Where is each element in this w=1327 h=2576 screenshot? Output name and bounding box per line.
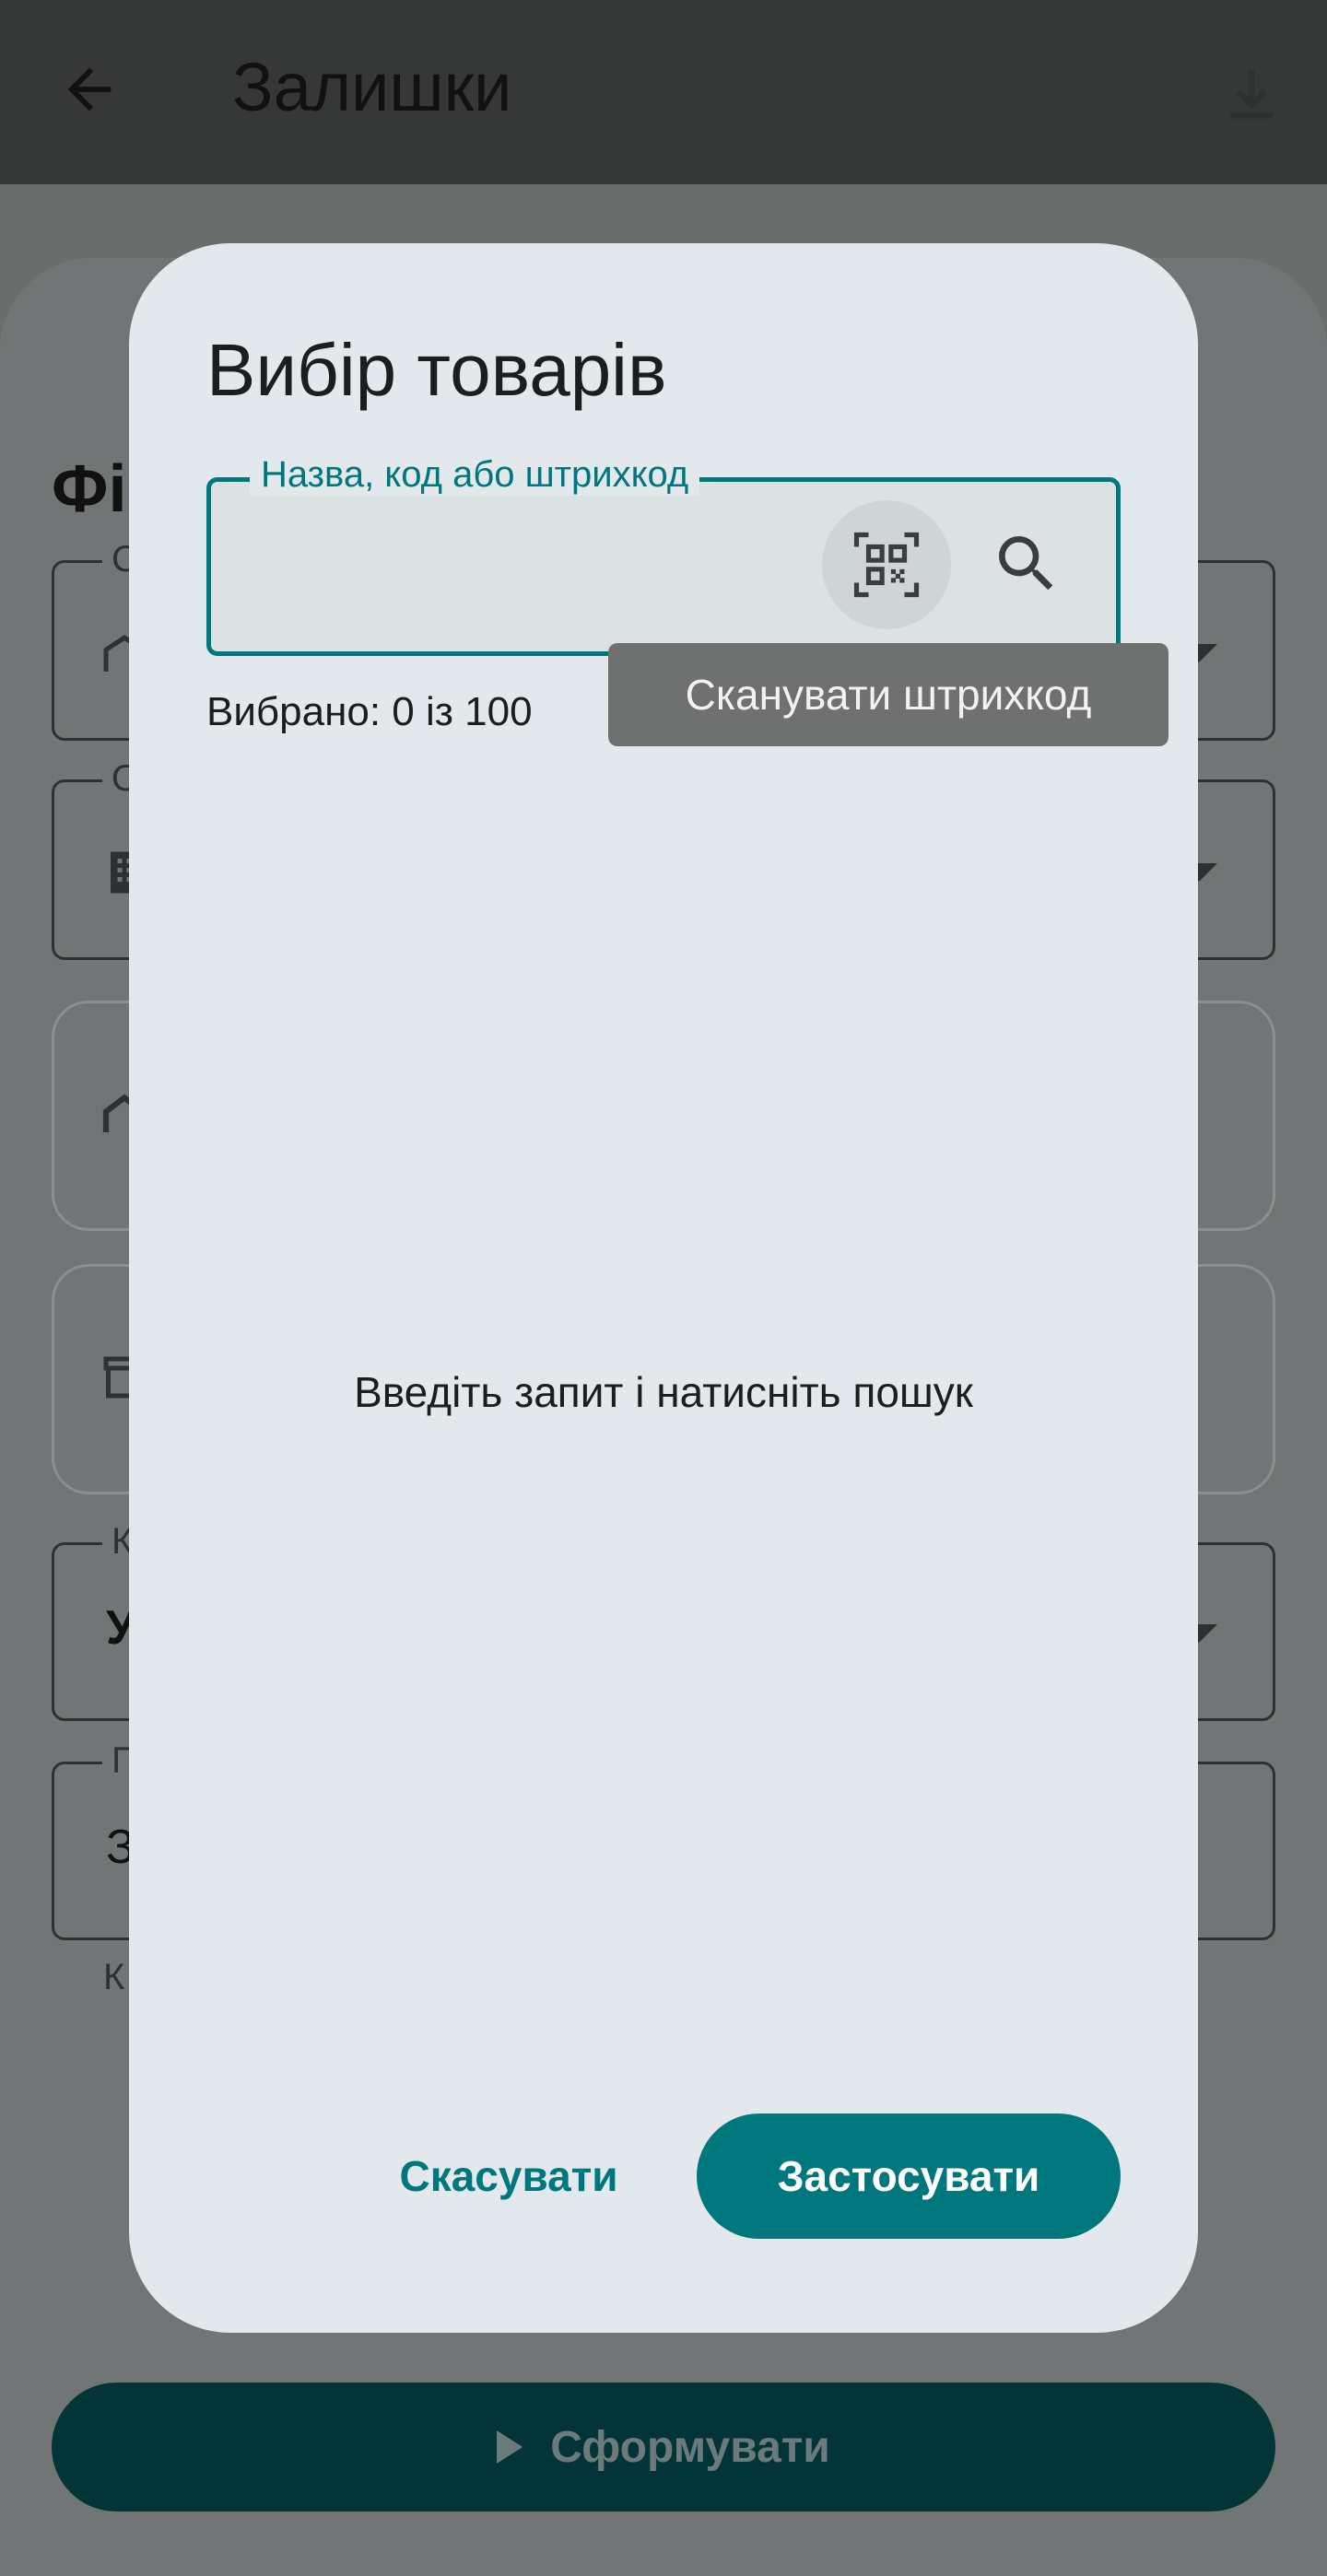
- helper-text: К: [103, 1957, 125, 1997]
- search-button[interactable]: [976, 513, 1077, 615]
- page-title: Залишки: [232, 49, 512, 125]
- arrow-left-icon[interactable]: [57, 57, 122, 122]
- selected-count: Вибрано: 0 із 100: [206, 689, 533, 734]
- dialog-title: Вибір товарів: [206, 329, 667, 411]
- download-icon[interactable]: [1215, 57, 1288, 131]
- play-icon: [497, 2430, 523, 2464]
- generate-label: Сформувати: [550, 2422, 830, 2472]
- qr-scan-icon: [853, 532, 920, 598]
- apply-button[interactable]: Застосувати: [697, 2113, 1121, 2239]
- search-icon: [999, 536, 1053, 591]
- search-input-label: Назва, код або штрихкод: [250, 454, 700, 496]
- generate-button[interactable]: Сформувати: [52, 2383, 1275, 2512]
- empty-state-hint: Введіть запит і натисніть пошук: [354, 1368, 973, 1416]
- app-bar: Залишки: [0, 0, 1327, 184]
- cancel-button[interactable]: Скасувати: [370, 2113, 647, 2239]
- product-picker-dialog: Вибір товарів Назва, код або штрихкод Ви…: [129, 243, 1198, 2333]
- search-input[interactable]: Назва, код або штрихкод: [206, 454, 1121, 656]
- scan-barcode-tooltip: Сканувати штрихкод: [608, 643, 1168, 746]
- scan-barcode-button[interactable]: [822, 500, 951, 629]
- filters-heading: Фі: [52, 452, 127, 526]
